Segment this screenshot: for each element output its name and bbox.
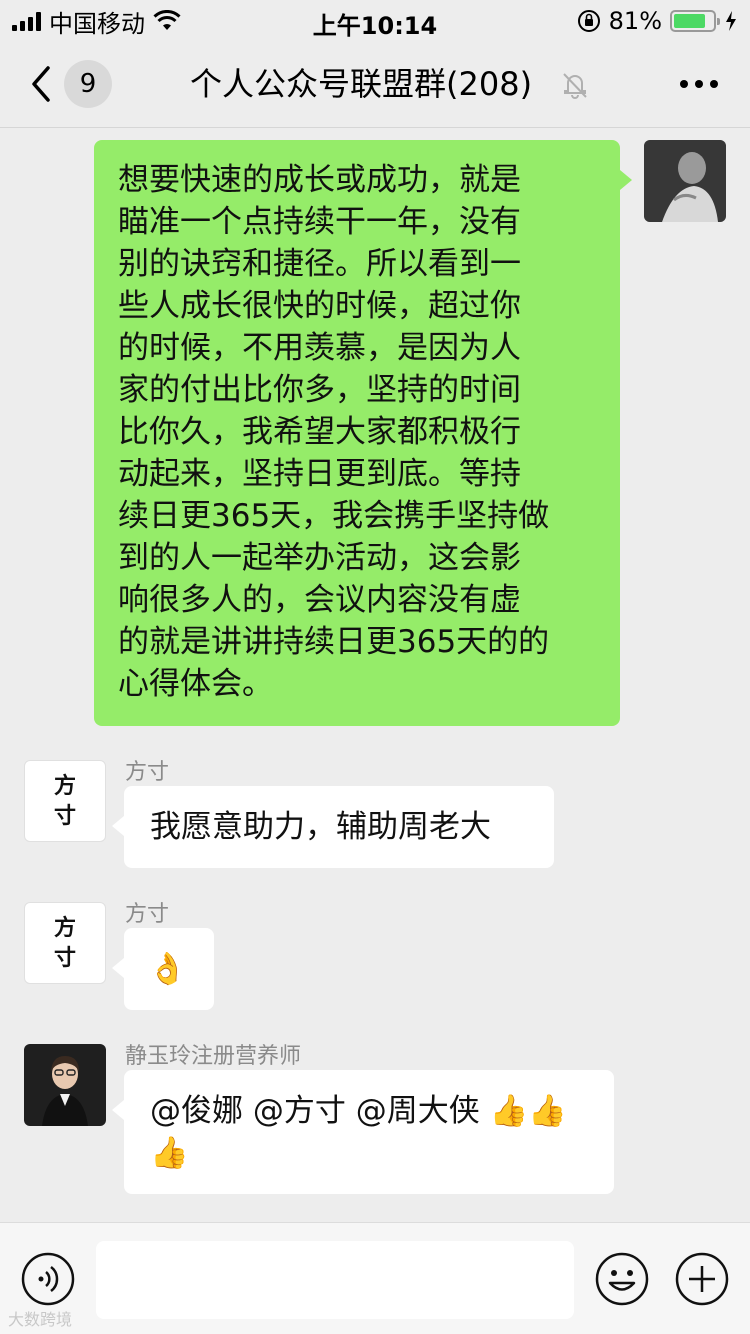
message-line: 👍 — [150, 1135, 189, 1171]
sender-avatar-photo[interactable] — [24, 1044, 106, 1126]
avatar-text: 方 寸 — [53, 773, 76, 829]
own-avatar[interactable] — [644, 140, 726, 222]
message-bubble-emoji[interactable]: 👌 — [112, 928, 214, 1010]
message-line: 想要快速的成长或成功，就是 — [118, 162, 521, 198]
chat-header: 9 个人公众号联盟群(208) — [0, 40, 750, 128]
message-line: 续日更365天，我会携手坚持做 — [118, 498, 550, 534]
message-line: 的时候，不用羡慕，是因为人 — [118, 330, 521, 366]
input-bar — [0, 1222, 750, 1334]
message-input[interactable] — [96, 1241, 574, 1319]
orientation-lock-icon — [577, 10, 600, 32]
message-line: 动起来，坚持日更到底。等持 — [118, 456, 521, 492]
more-dots-icon[interactable] — [678, 76, 720, 92]
battery-icon — [670, 10, 720, 32]
emoji-icon[interactable] — [595, 1252, 649, 1306]
message-line: @俊娜 @方寸 @周大侠 👍👍 — [150, 1093, 567, 1129]
battery-percent: 81% — [608, 7, 662, 35]
back-chevron-icon[interactable] — [22, 62, 62, 106]
sender-name: 方寸 — [125, 760, 170, 785]
unread-count-badge[interactable]: 9 — [64, 60, 112, 108]
status-right: 81% — [577, 6, 738, 36]
sender-name: 方寸 — [125, 902, 170, 927]
watermark-text: 大数跨境 — [8, 1310, 73, 1329]
message-line: 心得体会。 — [118, 666, 273, 702]
sender-avatar-fangcun[interactable]: 方 寸 — [24, 902, 106, 984]
mute-bell-icon — [563, 73, 587, 99]
battery-fill — [674, 14, 705, 28]
message-line: 响很多人的，会议内容没有虚 — [118, 582, 521, 618]
avatar-photo — [644, 140, 726, 222]
message-line: 别的诀窍和捷径。所以看到一 — [118, 246, 521, 282]
message-bubble-own[interactable]: 想要快速的成长或成功，就是 瞄准一个点持续干一年，没有 别的诀窍和捷径。所以看到… — [94, 140, 632, 726]
voice-icon[interactable] — [21, 1252, 75, 1306]
message-line: 的就是讲讲持续日更365天的的 — [118, 624, 550, 660]
message-line: 些人成长很快的时候，超过你 — [118, 288, 521, 324]
message-bubble[interactable]: @俊娜 @方寸 @周大侠 👍👍 👍 — [112, 1070, 614, 1194]
message-line: 比你久，我希望大家都积极行 — [118, 414, 521, 450]
status-bar: 中国移动 上午10:14 81% — [0, 0, 750, 40]
message-text: 我愿意助力，辅助周老大 — [150, 809, 491, 845]
avatar-photo — [24, 1044, 106, 1126]
message-bubble[interactable]: 我愿意助力，辅助周老大 — [112, 786, 554, 868]
chat-title: 个人公众号联盟群(208) — [190, 65, 533, 103]
sender-name: 静玉玲注册营养师 — [125, 1044, 302, 1069]
message-line: 到的人一起举办活动，这会影 — [118, 540, 521, 576]
charging-icon — [726, 11, 736, 31]
message-line: 家的付出比你多，坚持的时间 — [118, 372, 521, 408]
sender-avatar-fangcun[interactable]: 方 寸 — [24, 760, 106, 842]
plus-icon[interactable] — [675, 1252, 729, 1306]
message-line: 瞄准一个点持续干一年，没有 — [118, 204, 521, 240]
avatar-text: 方 寸 — [53, 915, 76, 971]
ok-hand-emoji: 👌 — [148, 951, 187, 987]
